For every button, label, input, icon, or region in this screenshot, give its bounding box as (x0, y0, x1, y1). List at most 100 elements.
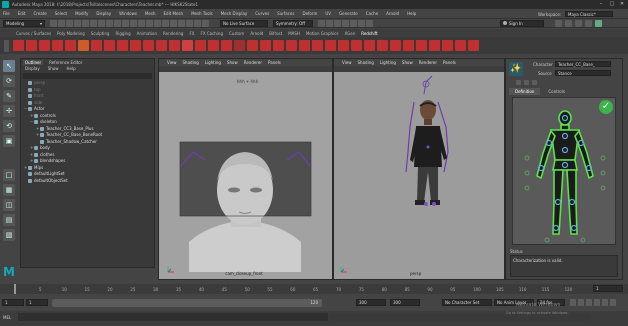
redshift-shelf-icon[interactable] (364, 40, 375, 51)
redshift-shelf-icon[interactable] (182, 40, 193, 51)
redshift-shelf-icon[interactable] (286, 40, 297, 51)
status-tool-icon[interactable] (98, 20, 105, 27)
shelf-tab-curves-surfaces[interactable]: Curves / Surfaces (16, 31, 51, 36)
redshift-shelf-icon[interactable] (468, 40, 479, 51)
channel-box-icon[interactable] (585, 20, 592, 27)
menu-modify[interactable]: Modify (75, 11, 88, 16)
render-tool-icon[interactable] (366, 20, 373, 27)
viewport-menu-shading[interactable]: Shading (358, 59, 374, 66)
shelf-tab-poly-modeling[interactable]: Poly Modeling (57, 31, 85, 36)
shelf-tab-xgen[interactable]: XGen (344, 31, 355, 36)
character-selector[interactable]: Teacher_CC_Base_ (555, 61, 611, 67)
redshift-shelf-icon[interactable] (221, 40, 232, 51)
shelf-tab-rendering[interactable]: Rendering (163, 31, 183, 36)
maximize-icon[interactable]: □ (607, 0, 617, 9)
shelf-tab-animation[interactable]: Animation (137, 31, 157, 36)
outliner-item[interactable]: defaultObjectSet (24, 178, 154, 185)
viewport-menu-show[interactable]: Show (227, 59, 238, 66)
redshift-shelf-icon[interactable] (312, 40, 323, 51)
shelf-tab-custom[interactable]: Custom (229, 31, 244, 36)
status-tool-icon[interactable] (58, 20, 65, 27)
range-bar[interactable]: 120 (52, 299, 322, 307)
attribute-editor-icon[interactable] (565, 20, 572, 27)
sign-in-button[interactable]: Sign In (500, 20, 544, 27)
status-tool-icon[interactable] (106, 20, 113, 27)
shelf-tab-mash[interactable]: MASH (288, 31, 300, 36)
render-tool-icon[interactable] (342, 20, 349, 27)
status-tool-icon[interactable] (82, 20, 89, 27)
redshift-shelf-icon[interactable] (390, 40, 401, 51)
outliner-menu-display[interactable]: Display (25, 65, 40, 72)
modeling-toolkit-icon[interactable] (555, 20, 562, 27)
go-to-end-icon[interactable] (602, 299, 608, 306)
redshift-shelf-icon[interactable] (91, 40, 102, 51)
status-tool-icon[interactable] (178, 20, 185, 27)
select-tool-icon[interactable]: ↖ (3, 60, 15, 72)
render-tool-icon[interactable] (326, 20, 333, 27)
status-tool-icon[interactable] (170, 20, 177, 27)
four-layout-icon[interactable]: ▦ (3, 184, 15, 196)
current-frame-field[interactable]: 1 (593, 285, 623, 292)
status-tool-icon[interactable] (138, 20, 145, 27)
status-tool-icon[interactable] (146, 20, 153, 27)
menu-mesh-tools[interactable]: Mesh Tools (191, 11, 213, 16)
status-tool-icon[interactable] (50, 20, 57, 27)
playback-end-field[interactable]: 300 (356, 299, 386, 306)
viewport-menu-renderer[interactable]: Renderer (419, 59, 437, 66)
status-tool-icon[interactable] (154, 20, 161, 27)
shelf-tab-fx-caching[interactable]: FX Caching (201, 31, 223, 36)
redshift-shelf-icon[interactable] (169, 40, 180, 51)
redshift-shelf-icon[interactable] (78, 40, 89, 51)
menu-deform[interactable]: Deform (302, 11, 317, 16)
symmetry-field[interactable]: Symmetry: Off (273, 20, 313, 27)
rotate-tool-icon[interactable]: ⟲ (3, 120, 15, 132)
viewport-menu-lighting[interactable]: Lighting (380, 59, 396, 66)
redshift-shelf-icon[interactable] (13, 40, 24, 51)
viewport-right[interactable]: View Shading Lighting Show Renderer Panels pe… (333, 58, 505, 280)
shelf-tab-rigging[interactable]: Rigging (115, 31, 130, 36)
menu-uv[interactable]: UV (325, 11, 331, 16)
redshift-shelf-icon[interactable] (195, 40, 206, 51)
redshift-shelf-icon[interactable] (104, 40, 115, 51)
menu-mesh-display[interactable]: Mesh Display (221, 11, 248, 16)
hik-tool-icon-3[interactable] (532, 80, 537, 85)
mode-selector[interactable]: Modeling ▾ (3, 20, 45, 27)
redshift-shelf-icon[interactable] (143, 40, 154, 51)
menu-cache[interactable]: Cache (366, 11, 378, 16)
shelf-tab-redshift[interactable]: Redshift (361, 31, 377, 36)
viewport-menu-view[interactable]: View (342, 59, 352, 66)
status-tool-icon[interactable] (162, 20, 169, 27)
redshift-shelf-icon[interactable] (130, 40, 141, 51)
menu-edit[interactable]: Edit (18, 11, 26, 16)
menu-file[interactable]: File (3, 11, 10, 16)
status-tool-icon[interactable] (74, 20, 81, 27)
redshift-shelf-icon[interactable] (52, 40, 63, 51)
redshift-shelf-icon[interactable] (65, 40, 76, 51)
lasso-tool-icon[interactable]: ⟳ (3, 75, 15, 87)
tab-controls[interactable]: Controls (542, 88, 571, 95)
paint-select-icon[interactable]: ✎ (3, 90, 15, 102)
menu-select[interactable]: Select (55, 11, 67, 16)
viewport-left[interactable]: View Shading Lighting Show Renderer Panels hh… (158, 58, 333, 280)
tool-settings-icon[interactable] (575, 20, 582, 27)
two-layout-icon[interactable]: ◫ (3, 199, 15, 211)
minimize-icon[interactable]: – (596, 0, 606, 9)
viewport-left-canvas[interactable]: hhh + hhh cam_closeup_front (159, 72, 332, 279)
redshift-shelf-icon[interactable] (234, 40, 245, 51)
source-selector[interactable]: Stance (555, 70, 611, 76)
redshift-shelf-icon[interactable] (416, 40, 427, 51)
step-forward-icon[interactable] (594, 299, 600, 306)
menu-edit-mesh[interactable]: Edit Mesh (164, 11, 184, 16)
redshift-shelf-icon[interactable] (403, 40, 414, 51)
status-tool-icon[interactable] (122, 20, 129, 27)
status-tool-icon[interactable] (130, 20, 137, 27)
playback-start-field[interactable]: 1 (26, 299, 48, 306)
hik-skeleton-view[interactable]: ✓ (512, 97, 616, 245)
play-icon[interactable] (586, 299, 592, 306)
loop-icon[interactable] (610, 299, 616, 306)
viewport-menu-panels[interactable]: Panels (268, 59, 281, 66)
redshift-shelf-icon[interactable] (351, 40, 362, 51)
redshift-shelf-icon[interactable] (442, 40, 453, 51)
redshift-shelf-icon[interactable] (325, 40, 336, 51)
render-tool-icon[interactable] (334, 20, 341, 27)
